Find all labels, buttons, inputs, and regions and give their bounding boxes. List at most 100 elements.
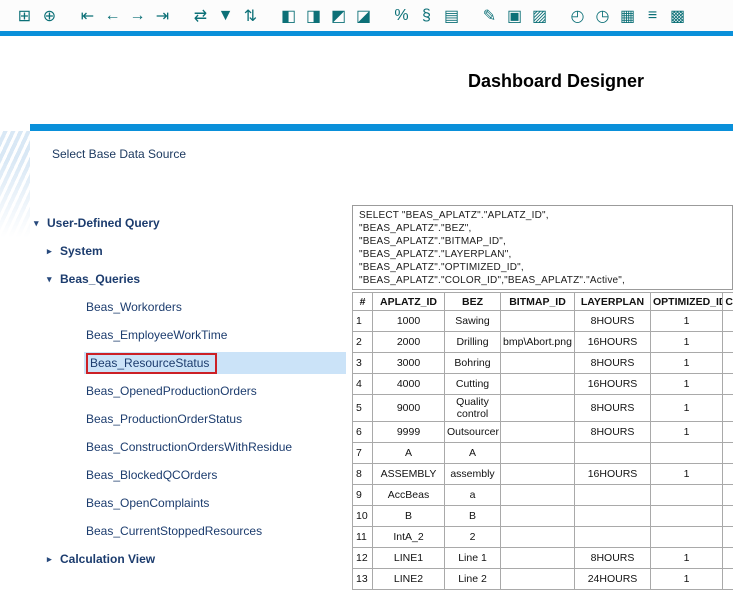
tree-item-beas-workorders[interactable]: Beas_Workorders <box>30 293 352 321</box>
tree-item-beas-productionorderstatus[interactable]: Beas_ProductionOrderStatus <box>30 405 352 433</box>
previous-record-icon[interactable]: ← <box>100 4 125 28</box>
table-row[interactable]: 2 2000 Drilling bmp\Abort.png 16HOURS 1 <box>353 332 733 353</box>
cell-optimized-id <box>651 527 723 548</box>
table-row[interactable]: 8 ASSEMBLY assembly 16HOURS 1 <box>353 464 733 485</box>
column-header-bitmap-id[interactable]: BITMAP_ID <box>501 293 575 311</box>
cell-layerplan <box>575 443 651 464</box>
decorative-stripes <box>0 131 30 243</box>
gross-profit-icon[interactable]: % <box>389 4 414 28</box>
edit-icon[interactable]: ✎ <box>477 4 502 28</box>
column-header-aplatz-id[interactable]: APLATZ_ID <box>373 293 445 311</box>
table-row[interactable]: 7 A A <box>353 443 733 464</box>
table-row[interactable]: 1 1000 Sawing 8HOURS 1 <box>353 311 733 332</box>
table-view-icon[interactable]: ⊞ <box>12 4 37 28</box>
column-header-optimized-id[interactable]: OPTIMIZED_ID <box>651 293 723 311</box>
last-record-icon[interactable]: ⇥ <box>150 4 175 28</box>
cell-color-id <box>723 443 733 464</box>
tree-item-beas-queries[interactable]: ▾ Beas_Queries <box>30 265 352 293</box>
cell-color-id <box>723 464 733 485</box>
next-record-icon[interactable]: → <box>125 4 150 28</box>
base-document-icon[interactable]: ◩ <box>326 4 351 28</box>
table-row[interactable]: 4 4000 Cutting 16HOURS 1 <box>353 374 733 395</box>
refresh-icon[interactable]: ⇄ <box>188 4 213 28</box>
tree-expand-icon[interactable]: ▸ <box>47 246 60 257</box>
cell-layerplan: 8HOURS <box>575 353 651 374</box>
cell-bez: Line 1 <box>445 548 501 569</box>
table-row[interactable]: 11 IntA_2 2 <box>353 527 733 548</box>
table-row[interactable]: 9 AccBeas a <box>353 485 733 506</box>
page-title: Dashboard Designer <box>468 71 644 92</box>
sort-icon[interactable]: ⇅ <box>238 4 263 28</box>
cell-aplatz-id: LINE1 <box>373 548 445 569</box>
grid-settings-icon[interactable]: ▩ <box>665 4 690 28</box>
tree-expand-icon[interactable]: ▾ <box>34 218 47 229</box>
form-settings-icon[interactable]: ▣ <box>502 4 527 28</box>
cell-num: 2 <box>353 332 373 353</box>
filter-icon[interactable]: ▼ <box>213 4 238 28</box>
target-document-icon[interactable]: ◨ <box>301 4 326 28</box>
payment-means-icon[interactable]: ◪ <box>351 4 376 28</box>
tree-item-beas-openedproductionorders[interactable]: Beas_OpenedProductionOrders <box>30 377 352 405</box>
column-header-num[interactable]: # <box>353 293 373 311</box>
cell-layerplan: 8HOURS <box>575 422 651 443</box>
alarm-icon[interactable]: ◷ <box>590 4 615 28</box>
cell-optimized-id: 1 <box>651 332 723 353</box>
tree-item-system[interactable]: ▸ System <box>30 237 352 265</box>
document-edit-icon[interactable]: ▨ <box>527 4 552 28</box>
tree-expand-icon[interactable]: ▸ <box>47 554 60 565</box>
column-header-layerplan[interactable]: LAYERPLAN <box>575 293 651 311</box>
table-row[interactable]: 6 9999 Outsourcer 8HOURS 1 <box>353 422 733 443</box>
tree-expand-icon[interactable]: ▾ <box>47 274 60 285</box>
cell-layerplan: 24HOURS <box>575 569 651 590</box>
select-data-source-panel: Select Base Data Source ▾ User-Defined Q… <box>30 124 733 605</box>
table-row[interactable]: 3 3000 Bohring 8HOURS 1 <box>353 353 733 374</box>
table-row[interactable]: 5 9000 Quality control 8HOURS 1 <box>353 395 733 422</box>
table-row[interactable]: 12 LINE1 Line 1 8HOURS 1 <box>353 548 733 569</box>
sql-line: "BEAS_APLATZ"."LAYERPLAN", <box>359 248 726 261</box>
cell-num: 13 <box>353 569 373 590</box>
tree-item-user-defined-query[interactable]: ▾ User-Defined Query <box>30 209 352 237</box>
panel-heading: Select Base Data Source <box>52 147 186 161</box>
cell-bitmap-id <box>501 569 575 590</box>
cell-num: 5 <box>353 395 373 422</box>
cell-color-id <box>723 506 733 527</box>
cell-layerplan <box>575 527 651 548</box>
cell-layerplan: 8HOURS <box>575 548 651 569</box>
tree-item-beas-currentstoppedresources[interactable]: Beas_CurrentStoppedResources <box>30 517 352 545</box>
sql-statement-box[interactable]: SELECT "BEAS_APLATZ"."APLATZ_ID", "BEAS_… <box>352 205 733 290</box>
tree-item-label: Beas_ProductionOrderStatus <box>86 412 242 426</box>
tree-item-beas-blockedqcorders[interactable]: Beas_BlockedQCOrders <box>30 461 352 489</box>
cell-aplatz-id: 9000 <box>373 395 445 422</box>
column-header-color-id[interactable]: COLOR_ID <box>723 293 733 311</box>
cell-optimized-id <box>651 506 723 527</box>
calculator-icon[interactable]: ▦ <box>615 4 640 28</box>
pickup-clock-icon[interactable]: ◴ <box>565 4 590 28</box>
cell-num: 10 <box>353 506 373 527</box>
add-window-icon[interactable]: ⊕ <box>37 4 62 28</box>
tree-item-label: Beas_ConstructionOrdersWithResidue <box>86 440 292 454</box>
tree-item-beas-resourcestatus[interactable]: Beas_ResourceStatus <box>30 349 352 377</box>
column-header-bez[interactable]: BEZ <box>445 293 501 311</box>
organizer-icon[interactable]: ≡ <box>640 4 665 28</box>
cell-optimized-id: 1 <box>651 311 723 332</box>
cell-aplatz-id: IntA_2 <box>373 527 445 548</box>
cell-bitmap-id <box>501 395 575 422</box>
cell-bez: Line 2 <box>445 569 501 590</box>
link-document-icon[interactable]: ◧ <box>276 4 301 28</box>
cell-bez: Quality control <box>445 395 501 422</box>
cell-num: 9 <box>353 485 373 506</box>
tree-item-beas-opencomplaints[interactable]: Beas_OpenComplaints <box>30 489 352 517</box>
tree-item-calculation-view[interactable]: ▸ Calculation View <box>30 545 352 573</box>
volume-weight-icon[interactable]: § <box>414 4 439 28</box>
first-record-icon[interactable]: ⇤ <box>75 4 100 28</box>
cell-bez: 2 <box>445 527 501 548</box>
tree-item-beas-constructionorderswithresidue[interactable]: Beas_ConstructionOrdersWithResidue <box>30 433 352 461</box>
table-row[interactable]: 13 LINE2 Line 2 24HOURS 1 <box>353 569 733 590</box>
cell-aplatz-id: 4000 <box>373 374 445 395</box>
table-row[interactable]: 10 B B <box>353 506 733 527</box>
cell-bitmap-id <box>501 443 575 464</box>
cell-optimized-id: 1 <box>651 395 723 422</box>
query-preview-icon[interactable]: ▤ <box>439 4 464 28</box>
tree-item-beas-employeeworktime[interactable]: Beas_EmployeeWorkTime <box>30 321 352 349</box>
tree-item-label: Beas_Workorders <box>86 300 182 314</box>
